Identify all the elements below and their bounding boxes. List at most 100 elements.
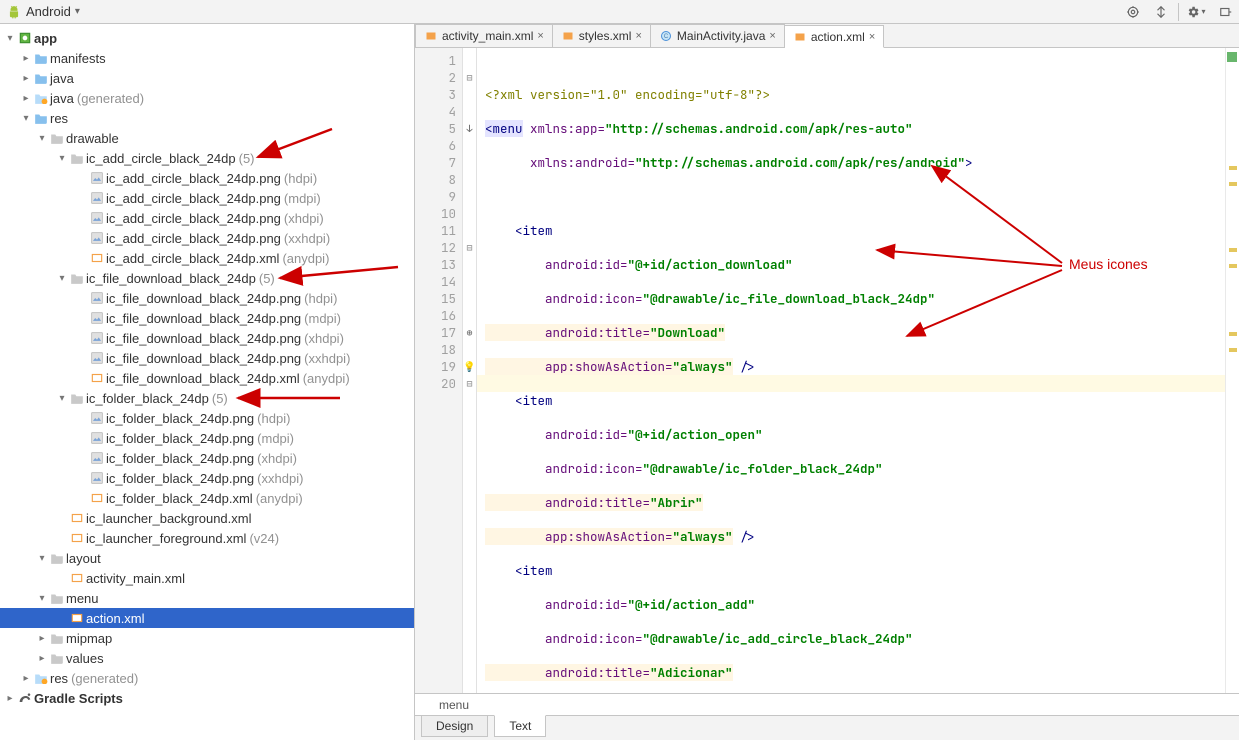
caret-down-icon: ▾	[36, 553, 48, 564]
tree-file[interactable]: ic_file_download_black_24dp.png (xxhdpi)	[0, 348, 414, 368]
tab-styles[interactable]: styles.xml ×	[553, 24, 651, 47]
tree-file[interactable]: ic_file_download_black_24dp.png (mdpi)	[0, 308, 414, 328]
code-content[interactable]: <?xml version="1.0" encoding="utf-8"?> <…	[477, 48, 1225, 693]
tree-file[interactable]: ic_add_circle_black_24dp.png (hdpi)	[0, 168, 414, 188]
code-text: android:title=	[485, 324, 650, 341]
tree-node-values[interactable]: ▸ values	[0, 648, 414, 668]
tree-file[interactable]: ic_file_download_black_24dp.png (hdpi)	[0, 288, 414, 308]
caret-down-icon: ▾	[36, 133, 48, 144]
breadcrumb[interactable]: menu	[415, 693, 1239, 715]
tree-node-java-generated[interactable]: ▸ java (generated)	[0, 88, 414, 108]
tree-file[interactable]: ic_add_circle_black_24dp.png (xxhdpi)	[0, 228, 414, 248]
tab-text[interactable]: Text	[494, 715, 546, 737]
tab-label: styles.xml	[579, 29, 632, 43]
project-view-selector[interactable]: Android ▾	[6, 4, 80, 20]
breadcrumb-item: menu	[439, 698, 469, 712]
tree-label: res	[50, 111, 68, 126]
tab-design[interactable]: Design	[421, 716, 488, 737]
module-icon	[16, 31, 34, 45]
code-text: "@+id/action_open"	[628, 426, 763, 443]
tree-node-launcher-bg[interactable]: ic_launcher_background.xml	[0, 508, 414, 528]
line-number: 8	[415, 171, 456, 188]
line-number: 7	[415, 154, 456, 171]
code-text: <menu	[485, 120, 523, 137]
tree-tag: (generated)	[77, 91, 144, 106]
line-number: 9	[415, 188, 456, 205]
close-icon[interactable]: ×	[769, 30, 775, 42]
png-file-icon	[88, 471, 106, 485]
xml-file-icon	[561, 29, 575, 43]
tab-activity-main[interactable]: activity_main.xml ×	[415, 24, 553, 47]
android-icon	[6, 4, 22, 20]
tree-count: (5)	[212, 391, 228, 406]
tree-node-action-xml[interactable]: action.xml	[0, 608, 414, 628]
tree-file[interactable]: ic_folder_black_24dp.png (hdpi)	[0, 408, 414, 428]
tree-file[interactable]: ic_folder_black_24dp.png (xxhdpi)	[0, 468, 414, 488]
tree-file[interactable]: ic_add_circle_black_24dp.xml (anydpi)	[0, 248, 414, 268]
tree-node-res[interactable]: ▾ res	[0, 108, 414, 128]
tree-node-menu[interactable]: ▾ menu	[0, 588, 414, 608]
tree-node-res-generated[interactable]: ▸ res (generated)	[0, 668, 414, 688]
close-icon[interactable]: ×	[537, 30, 543, 42]
tree-node-activity-main[interactable]: activity_main.xml	[0, 568, 414, 588]
tree-label: ic_add_circle_black_24dp.xml	[106, 251, 279, 266]
tree-node-gradle-scripts[interactable]: ▸ Gradle Scripts	[0, 688, 414, 708]
target-icon[interactable]	[1122, 1, 1144, 23]
code-text: xmlns:android=	[485, 154, 635, 171]
code-text: "@drawable/ic_file_download_black_24dp"	[643, 290, 936, 307]
tree-label: ic_add_circle_black_24dp.png	[106, 191, 281, 206]
code-text: android:icon=	[485, 630, 643, 647]
tree-node-manifests[interactable]: ▸ manifests	[0, 48, 414, 68]
tree-file[interactable]: ic_add_circle_black_24dp.png (xhdpi)	[0, 208, 414, 228]
tree-file[interactable]: ic_file_download_black_24dp.png (xhdpi)	[0, 328, 414, 348]
tree-node-layout[interactable]: ▾ layout	[0, 548, 414, 568]
tree-node-drawable[interactable]: ▾ drawable	[0, 128, 414, 148]
caret-right-icon: ▸	[20, 673, 32, 684]
line-number: 19	[415, 358, 456, 375]
expand-tree-icon[interactable]	[1150, 1, 1172, 23]
tree-node-app[interactable]: ▾ app	[0, 28, 414, 48]
tree-node-launcher-fg[interactable]: ic_launcher_foreground.xml (v24)	[0, 528, 414, 548]
tree-node-ic-folder[interactable]: ▾ ic_folder_black_24dp (5)	[0, 388, 414, 408]
caret-right-icon: ▸	[20, 53, 32, 64]
tree-file[interactable]: ic_add_circle_black_24dp.png (mdpi)	[0, 188, 414, 208]
line-number: 17	[415, 324, 456, 341]
tree-tag: (anydpi)	[256, 491, 303, 506]
png-file-icon	[88, 411, 106, 425]
code-text: "Download"	[650, 324, 725, 341]
tree-node-ic-download[interactable]: ▾ ic_file_download_black_24dp (5)	[0, 268, 414, 288]
png-file-icon	[88, 311, 106, 325]
tree-node-ic-add[interactable]: ▾ ic_add_circle_black_24dp (5)	[0, 148, 414, 168]
close-icon[interactable]: ×	[869, 31, 875, 43]
line-number: 2	[415, 69, 456, 86]
tab-label: MainActivity.java	[677, 29, 765, 43]
gradle-icon	[16, 690, 34, 706]
close-icon[interactable]: ×	[635, 30, 641, 42]
tree-file-group-ic-add: ic_add_circle_black_24dp.png (hdpi)ic_ad…	[0, 168, 414, 268]
code-text: android:icon=	[485, 290, 643, 307]
folder-icon	[32, 112, 50, 124]
tree-node-mipmap[interactable]: ▸ mipmap	[0, 628, 414, 648]
tree-file[interactable]: ic_folder_black_24dp.png (mdpi)	[0, 428, 414, 448]
tree-label: ic_file_download_black_24dp	[86, 271, 256, 286]
tab-action[interactable]: action.xml ×	[785, 25, 884, 48]
png-file-icon	[88, 191, 106, 205]
caret-down-icon: ▾	[56, 153, 68, 164]
tab-main-activity[interactable]: C MainActivity.java ×	[651, 24, 785, 47]
project-view-label: Android	[26, 4, 71, 19]
tree-node-java[interactable]: ▸ java	[0, 68, 414, 88]
gear-icon[interactable]: ▾	[1185, 1, 1207, 23]
tab-label: activity_main.xml	[442, 29, 533, 43]
fold-column: ⊟↓⊟⊕💡⊟	[463, 48, 477, 693]
caret-right-icon: ▸	[20, 73, 32, 84]
tree-label: layout	[66, 551, 101, 566]
xml-file-icon	[68, 511, 86, 525]
tree-file[interactable]: ic_folder_black_24dp.png (xhdpi)	[0, 448, 414, 468]
code-area[interactable]: 1234567891011121314151617181920 ⊟↓⊟⊕💡⊟ <…	[415, 48, 1239, 693]
hide-panel-icon[interactable]	[1213, 1, 1239, 23]
tree-file[interactable]: ic_file_download_black_24dp.xml (anydpi)	[0, 368, 414, 388]
tree-file[interactable]: ic_folder_black_24dp.xml (anydpi)	[0, 488, 414, 508]
line-number: 1	[415, 52, 456, 69]
project-tree[interactable]: ▾ app ▸ manifests ▸ java ▸ java (generat…	[0, 24, 415, 740]
code-text: >	[965, 154, 973, 171]
